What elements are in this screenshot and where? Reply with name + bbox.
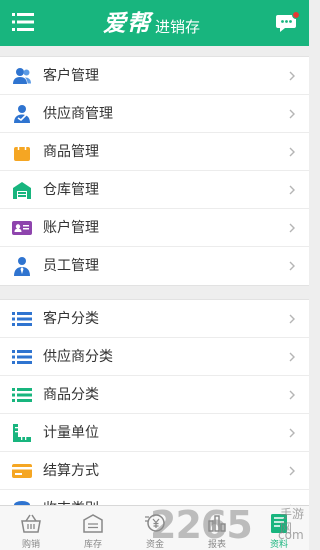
- app-header: 爱帮 进销存: [0, 0, 309, 46]
- menu-item-measurement-unit[interactable]: 计量单位: [0, 414, 309, 452]
- money-icon: [145, 514, 165, 532]
- bottom-tab-bar: 购销 库存 资金 报表 资料: [0, 505, 309, 550]
- document-icon: [271, 514, 287, 533]
- tab-label: 资金: [145, 540, 164, 550]
- tab-label: 资料: [269, 540, 288, 550]
- settings-list: 客户管理 供应商管理 商品管理 仓库管理 账户管理 员工管理 客户分类 供应商分…: [0, 46, 309, 505]
- app-brand: 爱帮 进销存: [103, 7, 200, 39]
- menu-item-account-management[interactable]: 账户管理: [0, 209, 309, 247]
- tab-funds[interactable]: 资金: [124, 506, 186, 550]
- category-group: 客户分类 供应商分类 商品分类 计量单位 结算方式: [0, 299, 309, 505]
- tab-data[interactable]: 资料: [248, 506, 310, 550]
- supplier-icon: [14, 105, 30, 123]
- menu-item-label: 客户分类: [43, 311, 99, 327]
- chevron-right-icon: [289, 428, 295, 438]
- chevron-right-icon: [289, 147, 295, 157]
- chevron-right-icon: [289, 185, 295, 195]
- menu-item-warehouse-management[interactable]: 仓库管理: [0, 171, 309, 209]
- menu-item-income-expense-category[interactable]: 收支类别: [0, 490, 309, 505]
- customers-icon: [13, 68, 31, 84]
- warehouse-icon: [13, 182, 31, 199]
- menu-item-label: 客户管理: [43, 68, 99, 84]
- chevron-right-icon: [289, 466, 295, 476]
- tab-label: 库存: [83, 540, 102, 550]
- chevron-right-icon: [289, 71, 295, 81]
- employee-icon: [14, 257, 30, 276]
- basket-icon: [21, 514, 41, 533]
- list-icon: [12, 312, 32, 326]
- card-icon: [12, 464, 32, 478]
- menu-item-label: 商品分类: [43, 387, 99, 403]
- chevron-right-icon: [289, 390, 295, 400]
- menu-item-label: 供应商分类: [43, 349, 113, 365]
- menu-item-customer-management[interactable]: 客户管理: [0, 57, 309, 95]
- tab-label: 购销: [21, 540, 40, 550]
- tab-label: 报表: [207, 540, 226, 550]
- menu-item-label: 收支类别: [43, 490, 99, 505]
- report-icon: [208, 515, 226, 532]
- chevron-right-icon: [289, 352, 295, 362]
- tab-inventory[interactable]: 库存: [62, 506, 124, 550]
- menu-item-label: 结算方式: [43, 463, 99, 479]
- menu-item-label: 仓库管理: [43, 182, 99, 198]
- chevron-right-icon: [289, 314, 295, 324]
- menu-item-label: 商品管理: [43, 144, 99, 160]
- chevron-right-icon: [289, 261, 295, 271]
- brand-sub: 进销存: [155, 18, 201, 36]
- menu-item-product-category[interactable]: 商品分类: [0, 376, 309, 414]
- menu-item-product-management[interactable]: 商品管理: [0, 133, 309, 171]
- menu-item-label: 供应商管理: [43, 106, 113, 122]
- menu-item-label: 员工管理: [43, 258, 99, 274]
- inventory-icon: [83, 514, 103, 533]
- tab-purchase-sales[interactable]: 购销: [0, 506, 62, 550]
- menu-item-customer-category[interactable]: 客户分类: [0, 300, 309, 338]
- chevron-right-icon: [289, 223, 295, 233]
- list-icon: [12, 388, 32, 402]
- ruler-icon: [13, 424, 31, 442]
- menu-icon[interactable]: [12, 12, 34, 32]
- menu-item-supplier-management[interactable]: 供应商管理: [0, 95, 309, 133]
- chevron-right-icon: [289, 109, 295, 119]
- tab-reports[interactable]: 报表: [186, 506, 248, 550]
- brand-main: 爱帮: [103, 11, 151, 37]
- menu-item-supplier-category[interactable]: 供应商分类: [0, 338, 309, 376]
- menu-item-label: 计量单位: [43, 425, 99, 441]
- menu-item-label: 账户管理: [43, 220, 99, 236]
- shopping-bag-icon: [14, 142, 30, 161]
- menu-item-settlement-method[interactable]: 结算方式: [0, 452, 309, 490]
- message-icon[interactable]: [276, 11, 300, 35]
- list-icon: [12, 350, 32, 364]
- menu-item-employee-management[interactable]: 员工管理: [0, 247, 309, 285]
- management-group: 客户管理 供应商管理 商品管理 仓库管理 账户管理 员工管理: [0, 56, 309, 286]
- account-card-icon: [12, 221, 32, 235]
